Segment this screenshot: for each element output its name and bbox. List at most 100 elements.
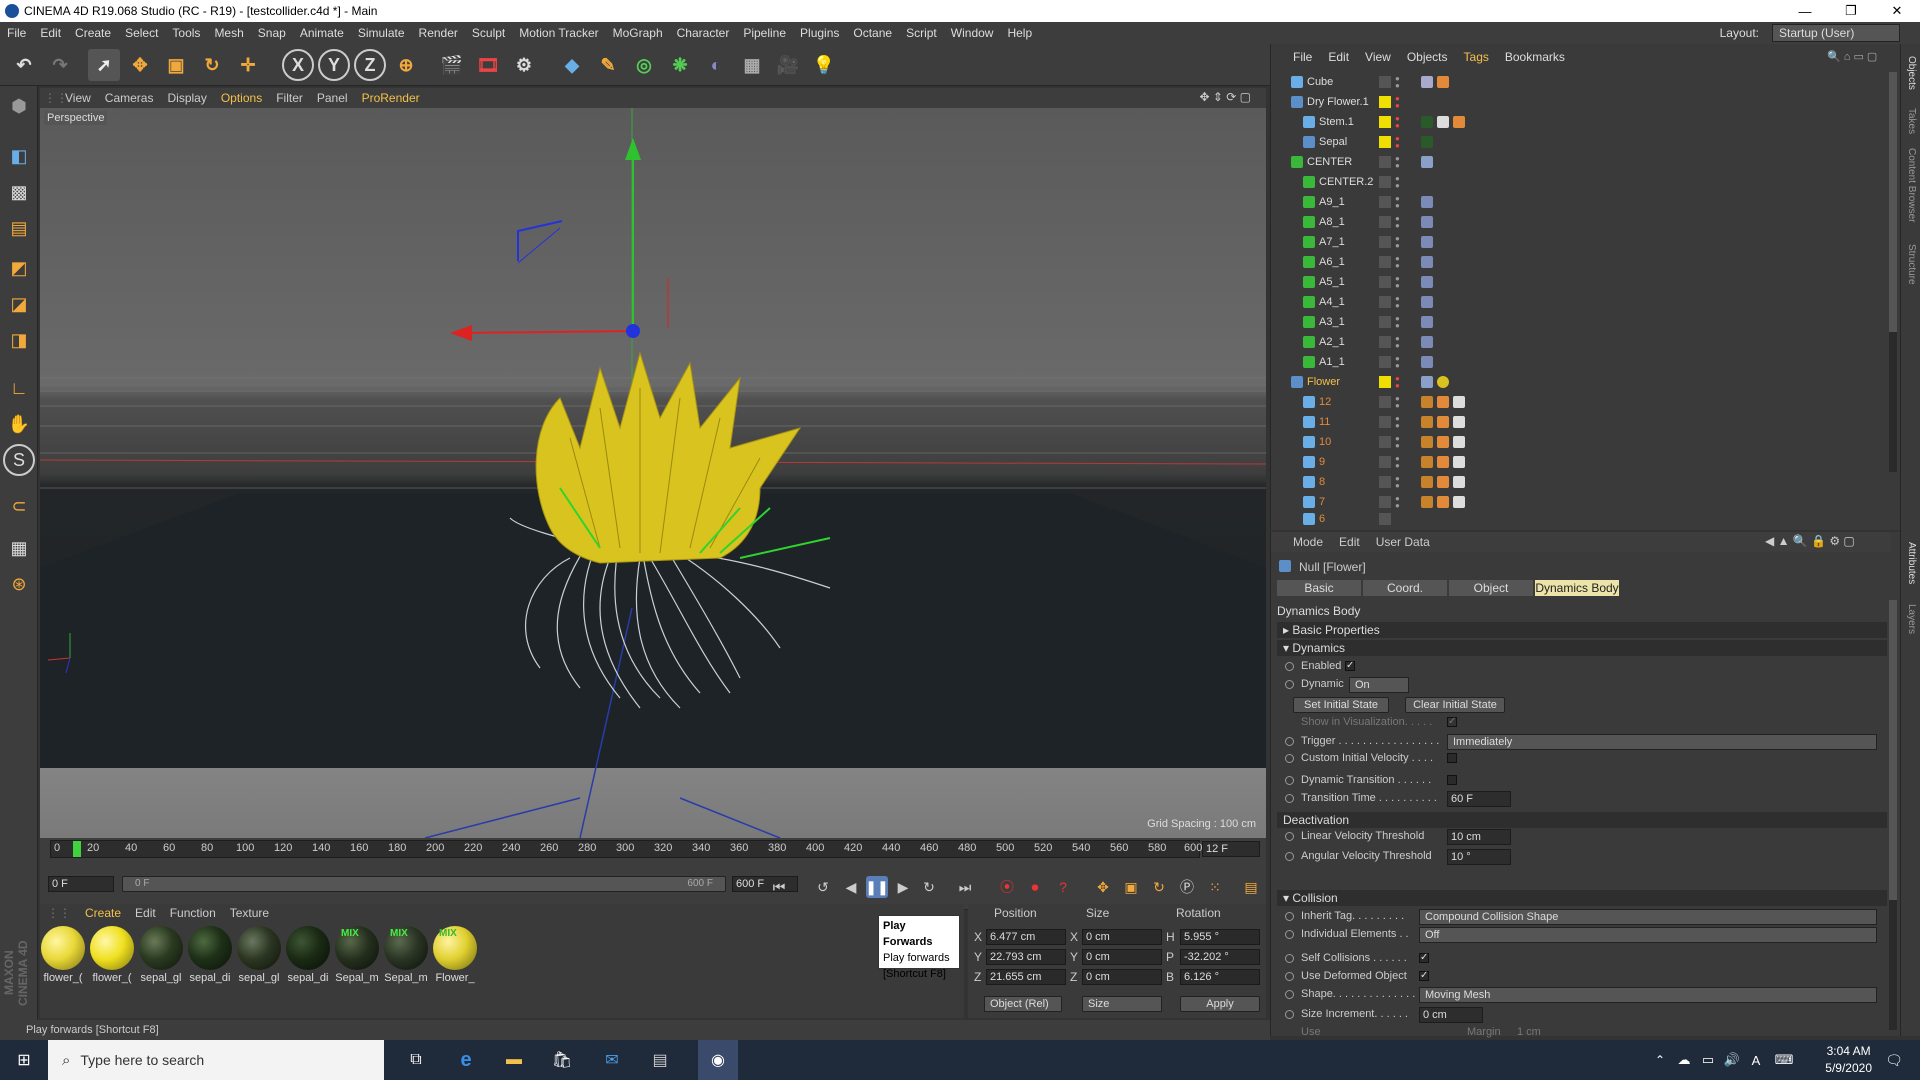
dynamics-tag-icon[interactable] bbox=[1453, 116, 1465, 128]
object-row[interactable]: CENTER ● ● bbox=[1271, 152, 1891, 172]
texture-tag-icon[interactable] bbox=[1421, 436, 1433, 448]
object-row[interactable]: A9_1 ● ● bbox=[1271, 192, 1891, 212]
anim-radio[interactable] bbox=[1285, 912, 1294, 921]
shape-dropdown[interactable]: Moving Mesh bbox=[1419, 987, 1877, 1003]
object-row[interactable]: A1_1 ● ● bbox=[1271, 352, 1891, 372]
app-icon[interactable]: ▤ bbox=[648, 1048, 672, 1072]
object-row[interactable]: 9 ● ● bbox=[1271, 452, 1891, 472]
obj-menu-objects[interactable]: Objects bbox=[1399, 50, 1456, 64]
object-scrollbar[interactable] bbox=[1889, 72, 1897, 472]
anim-radio[interactable] bbox=[1285, 662, 1294, 671]
visibility-dots[interactable]: ● ● bbox=[1395, 75, 1403, 90]
cube-icon[interactable]: ◆ bbox=[556, 49, 588, 81]
mat-menu-texture[interactable]: Texture bbox=[223, 906, 276, 920]
dynamics-section[interactable]: ▾ Dynamics bbox=[1277, 640, 1887, 656]
texture-tag-icon[interactable] bbox=[1421, 456, 1433, 468]
x-axis-icon[interactable]: X bbox=[282, 49, 314, 81]
object-row[interactable]: Sepal ● ● bbox=[1271, 132, 1891, 152]
record-pla-icon[interactable]: ⁙ bbox=[1204, 876, 1226, 898]
workplane-icon[interactable]: ▤ bbox=[3, 212, 35, 244]
previous-frame-icon[interactable]: ◀ bbox=[840, 876, 862, 898]
collision-section[interactable]: ▾ Collision bbox=[1277, 890, 1887, 906]
menu-snap[interactable]: Snap bbox=[251, 26, 293, 40]
spline-tag-icon[interactable] bbox=[1421, 296, 1433, 308]
coord-mode-dropdown[interactable]: Object (Rel) bbox=[984, 996, 1062, 1012]
anim-radio[interactable] bbox=[1285, 754, 1294, 763]
object-row[interactable]: A2_1 ● ● bbox=[1271, 332, 1891, 352]
layout-dropdown[interactable]: Startup (User) bbox=[1772, 24, 1900, 42]
visibility-dots[interactable]: ● ● bbox=[1395, 255, 1403, 270]
spline-tag-icon[interactable] bbox=[1421, 276, 1433, 288]
visibility-dots[interactable]: ● ● bbox=[1395, 395, 1403, 410]
trigger-dropdown[interactable]: Immediately bbox=[1447, 734, 1877, 750]
dynamics-tag-icon[interactable] bbox=[1437, 76, 1449, 88]
texture-tag-icon[interactable] bbox=[1421, 496, 1433, 508]
redo-icon[interactable]: ↷ bbox=[44, 49, 76, 81]
material-swatch[interactable]: MIX Sepal_m bbox=[334, 926, 380, 998]
attr-menu-user-data[interactable]: User Data bbox=[1368, 535, 1438, 549]
set-initial-state-button[interactable]: Set Initial State bbox=[1293, 697, 1389, 713]
uvw-tag-icon[interactable] bbox=[1453, 436, 1465, 448]
pos-z-field[interactable]: 21.655 cm bbox=[986, 969, 1066, 985]
dynamics-tag-icon[interactable] bbox=[1437, 496, 1449, 508]
go-to-end-icon[interactable]: ⏭ bbox=[954, 876, 976, 898]
z-axis-icon[interactable]: Z bbox=[354, 49, 386, 81]
spline-tag-icon[interactable] bbox=[1421, 316, 1433, 328]
vp-menu-options[interactable]: Options bbox=[214, 91, 269, 105]
anim-radio[interactable] bbox=[1285, 737, 1294, 746]
visibility-dots[interactable]: ● ● bbox=[1395, 135, 1403, 150]
coordinate-system-icon[interactable]: ⊕ bbox=[390, 49, 422, 81]
material-swatch[interactable]: sepal_gl bbox=[236, 926, 282, 998]
side-tab-content-browser[interactable]: Content Browser bbox=[1906, 148, 1917, 222]
spline-tag-icon[interactable] bbox=[1421, 256, 1433, 268]
object-row[interactable]: Cube ● ● bbox=[1271, 72, 1891, 92]
object-row[interactable]: Flower ● ● bbox=[1271, 372, 1891, 392]
mat-menu-function[interactable]: Function bbox=[163, 906, 223, 920]
texture-tag-icon[interactable] bbox=[1421, 416, 1433, 428]
rot-b-field[interactable]: 6.126 ° bbox=[1180, 969, 1260, 985]
points-mode-icon[interactable]: ◩ bbox=[3, 252, 35, 284]
material-swatch[interactable]: MIX Sepal_m bbox=[383, 926, 429, 998]
uvw-tag-icon[interactable] bbox=[1453, 496, 1465, 508]
selection-tag-icon[interactable] bbox=[1421, 156, 1433, 168]
vp-menu-view[interactable]: View bbox=[58, 91, 98, 105]
side-tab-attributes[interactable]: Attributes bbox=[1906, 542, 1917, 584]
keyboard-icon[interactable]: ⌨ bbox=[1772, 1048, 1796, 1072]
anim-radio[interactable] bbox=[1285, 680, 1294, 689]
menu-script[interactable]: Script bbox=[899, 26, 944, 40]
visibility-dots[interactable]: ● ● bbox=[1395, 175, 1403, 190]
menu-motion-tracker[interactable]: Motion Tracker bbox=[512, 26, 605, 40]
array-icon[interactable]: ❋ bbox=[664, 49, 696, 81]
deformer-icon[interactable]: ◐ bbox=[700, 49, 732, 81]
object-row[interactable]: 7 ● ● bbox=[1271, 492, 1891, 512]
visibility-dots[interactable]: ● ● bbox=[1395, 195, 1403, 210]
camera-icon[interactable]: 🎥 bbox=[772, 49, 804, 81]
spline-pen-icon[interactable]: ✎ bbox=[592, 49, 624, 81]
menu-edit[interactable]: Edit bbox=[33, 26, 68, 40]
uvw-tag-icon[interactable] bbox=[1453, 456, 1465, 468]
visibility-dots[interactable]: ● ● bbox=[1395, 455, 1403, 470]
transform-icon[interactable]: ✛ bbox=[232, 49, 264, 81]
minimize-button[interactable]: — bbox=[1782, 0, 1828, 22]
visibility-dots[interactable]: ● ● bbox=[1395, 475, 1403, 490]
side-tab-structure[interactable]: Structure bbox=[1906, 244, 1917, 285]
size-x-field[interactable]: 0 cm bbox=[1082, 929, 1162, 945]
attr-menu-edit[interactable]: Edit bbox=[1331, 535, 1368, 549]
transition-time-field[interactable]: 60 F bbox=[1447, 791, 1511, 807]
store-icon[interactable]: 🛍 bbox=[550, 1048, 574, 1072]
tab-object[interactable]: Object bbox=[1449, 580, 1533, 596]
object-row[interactable]: 11 ● ● bbox=[1271, 412, 1891, 432]
edge-browser-icon[interactable]: e bbox=[454, 1048, 478, 1072]
model-mode-icon[interactable]: ◧ bbox=[3, 140, 35, 172]
visibility-dots[interactable]: ● ● bbox=[1395, 215, 1403, 230]
visibility-dots[interactable]: ● ● bbox=[1395, 95, 1403, 110]
mat-menu-create[interactable]: Create bbox=[78, 906, 128, 920]
vp-menu-panel[interactable]: Panel bbox=[310, 91, 355, 105]
anim-radio[interactable] bbox=[1285, 930, 1294, 939]
material-swatch[interactable]: sepal_di bbox=[285, 926, 331, 998]
next-key-icon[interactable]: ↻ bbox=[918, 876, 940, 898]
obj-menu-bookmarks[interactable]: Bookmarks bbox=[1497, 50, 1573, 64]
visibility-dots[interactable]: ● ● bbox=[1395, 375, 1403, 390]
dynamics-tag-icon[interactable] bbox=[1437, 396, 1449, 408]
dynamics-tag-icon[interactable] bbox=[1437, 416, 1449, 428]
